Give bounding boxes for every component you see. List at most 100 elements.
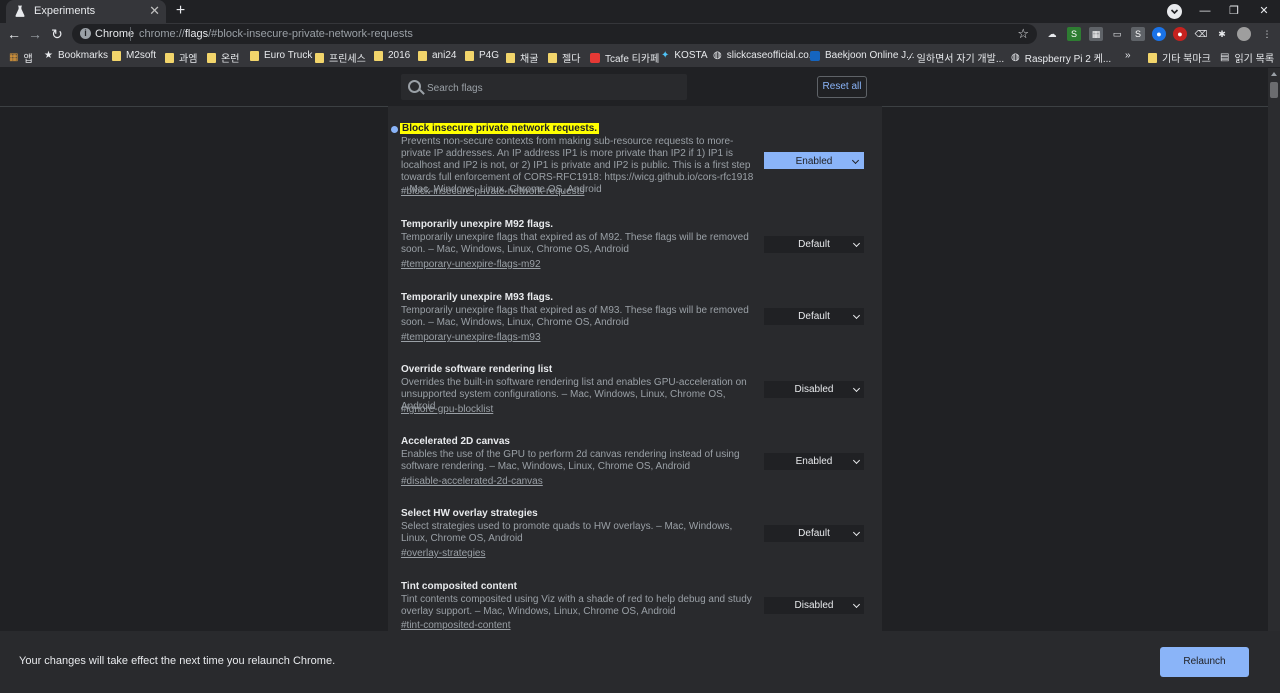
bookmark-folder[interactable]: 채굴	[506, 50, 538, 65]
close-window-button[interactable]: ✕	[1249, 3, 1279, 19]
flag-select-value: Enabled	[795, 456, 833, 467]
bookmark-item[interactable]: ◍ Raspberry Pi 2 케...	[1011, 50, 1111, 65]
flag-select[interactable]: Default	[764, 236, 864, 253]
bookmark-folder[interactable]: 온런	[207, 50, 239, 65]
folder-icon	[250, 50, 259, 61]
site-chip: Chrome	[95, 28, 135, 40]
reload-icon[interactable]: ↻	[48, 25, 66, 43]
url-text[interactable]: chrome://flags/#block-insecure-private-n…	[139, 28, 413, 40]
folder-icon	[418, 50, 427, 61]
tab-title: Experiments	[34, 5, 96, 17]
bookmark-folder[interactable]: 과엠	[165, 50, 197, 65]
bookmark-folder[interactable]: 젤다	[548, 50, 580, 65]
grid-extension-icon[interactable]: ▦	[1089, 27, 1103, 41]
red-extension-icon[interactable]: ●	[1173, 27, 1187, 41]
s-extension-icon[interactable]: S	[1067, 27, 1081, 41]
menu-kebab-icon[interactable]: ⋮	[1260, 27, 1274, 41]
bookmark-star-icon[interactable]: ☆	[1017, 26, 1029, 42]
bookmark-folder[interactable]: ani24	[418, 50, 456, 61]
other-bookmarks[interactable]: 기타 북마크	[1148, 50, 1211, 65]
flag-link[interactable]: #temporary-unexpire-flags-m93	[401, 332, 541, 343]
bookmark-item[interactable]: Baekjoon Online J...	[810, 50, 915, 61]
page-scrollbar[interactable]	[1268, 68, 1280, 631]
tab-experiments[interactable]: Experiments ✕	[6, 0, 166, 23]
flag-title: Temporarily unexpire M92 flags.	[401, 219, 554, 230]
flags-header: Reset all	[0, 68, 1268, 107]
restore-button[interactable]: ❐	[1219, 3, 1249, 19]
folder-icon	[112, 50, 121, 61]
bookmark-item[interactable]: Tcafe 티카페	[590, 50, 659, 65]
apps-grid-icon: ▦	[9, 52, 19, 63]
flag-select[interactable]: Disabled	[764, 381, 864, 398]
tag-extension-icon[interactable]: ⌫	[1194, 27, 1208, 41]
star-icon: ✦	[661, 50, 670, 61]
flag-link[interactable]: #block-insecure-private-network-requests	[401, 186, 584, 197]
bookmark-item[interactable]: ⁄ 일하면서 자기 개발...	[910, 50, 1004, 65]
tab-search-icon[interactable]	[1167, 4, 1182, 19]
profile-avatar-icon[interactable]	[1237, 27, 1251, 41]
chevron-down-icon	[852, 528, 861, 537]
modified-indicator	[391, 126, 398, 133]
flag-description: Tint contents composited using Viz with …	[401, 594, 752, 617]
bookmark-apps[interactable]: ▦ 앱	[9, 50, 33, 65]
flag-description: Select strategies used to promote quads …	[401, 521, 733, 544]
flag-title: Override software rendering list	[401, 364, 553, 375]
bookmark-item[interactable]: ◍ slickcaseofficial.co...	[713, 50, 817, 61]
flag-select[interactable]: Default	[764, 308, 864, 325]
star-icon: ★	[44, 50, 53, 61]
flag-link[interactable]: #temporary-unexpire-flags-m92	[401, 259, 541, 270]
minimize-button[interactable]: —	[1190, 3, 1220, 19]
tab-close-icon[interactable]: ✕	[149, 3, 160, 19]
flag-select[interactable]: Default	[764, 525, 864, 542]
chrome-icon[interactable]: i	[80, 28, 91, 39]
flask-icon	[15, 5, 25, 17]
cloud-extension-icon[interactable]: ☁	[1045, 27, 1059, 41]
bookmark-folder[interactable]: Euro Truck	[250, 50, 312, 61]
relaunch-button[interactable]: Relaunch	[1160, 647, 1249, 677]
flag-link[interactable]: #disable-accelerated-2d-canvas	[401, 476, 543, 487]
new-tab-button[interactable]: +	[172, 3, 189, 20]
s-gray-extension-icon[interactable]: S	[1131, 27, 1145, 41]
search-input[interactable]	[425, 78, 679, 98]
folder-icon	[165, 52, 174, 63]
chevron-down-icon	[852, 456, 861, 465]
chevron-down-icon	[852, 239, 861, 248]
flag-link[interactable]: #tint-composited-content	[401, 620, 511, 631]
bookmark-item[interactable]: ✦ KOSTA	[661, 50, 708, 61]
relaunch-bar: Your changes will take effect the next t…	[0, 631, 1280, 693]
bookmark-folder[interactable]: P4G	[465, 50, 499, 61]
scrollbar-thumb[interactable]	[1270, 82, 1278, 98]
search-box[interactable]	[401, 74, 687, 100]
flag-select-value: Enabled	[795, 156, 833, 167]
reading-list[interactable]: ▤ 읽기 목록	[1220, 50, 1274, 65]
slash-icon: ⁄	[910, 52, 912, 63]
address-bar[interactable]: i Chrome chrome://flags/#block-insecure-…	[72, 24, 1037, 44]
omnibox-divider	[130, 27, 131, 41]
flag-select[interactable]: Enabled	[764, 152, 864, 169]
forward-arrow-icon[interactable]: →	[26, 25, 44, 43]
screen-extension-icon[interactable]: ▭	[1110, 27, 1124, 41]
flag-select[interactable]: Disabled	[764, 597, 864, 614]
relaunch-message: Your changes will take effect the next t…	[19, 655, 336, 667]
chevron-down-icon	[852, 311, 861, 320]
flag-select[interactable]: Enabled	[764, 453, 864, 470]
flag-link[interactable]: #overlay-strategies	[401, 548, 485, 559]
bookmark-folder[interactable]: 프린세스	[315, 50, 366, 65]
bookmark-folder[interactable]: 2016	[374, 50, 410, 61]
back-arrow-icon[interactable]: ←	[5, 25, 23, 43]
globe-icon: ◍	[713, 50, 722, 61]
tab-strip: Experiments ✕ + — ❐ ✕	[0, 0, 1280, 23]
flag-link[interactable]: #ignore-gpu-blocklist	[401, 404, 493, 415]
reset-all-button[interactable]: Reset all	[817, 76, 867, 98]
scroll-up-arrow-icon[interactable]	[1271, 72, 1277, 76]
chevron-down-icon	[852, 600, 861, 609]
flag-title: Temporarily unexpire M93 flags.	[401, 292, 554, 303]
bookmark-folder[interactable]: M2soft	[112, 50, 156, 61]
globe-extension-icon[interactable]: ●	[1152, 27, 1166, 41]
flag-select-value: Default	[798, 239, 830, 250]
folder-icon	[506, 52, 515, 63]
bookmark-item[interactable]: ★ Bookmarks	[44, 50, 108, 61]
flags-list: Block insecure private network requests.…	[388, 106, 882, 633]
bookmarks-overflow[interactable]: »	[1125, 50, 1131, 61]
puzzle-extensions-icon[interactable]: ✱	[1215, 27, 1229, 41]
